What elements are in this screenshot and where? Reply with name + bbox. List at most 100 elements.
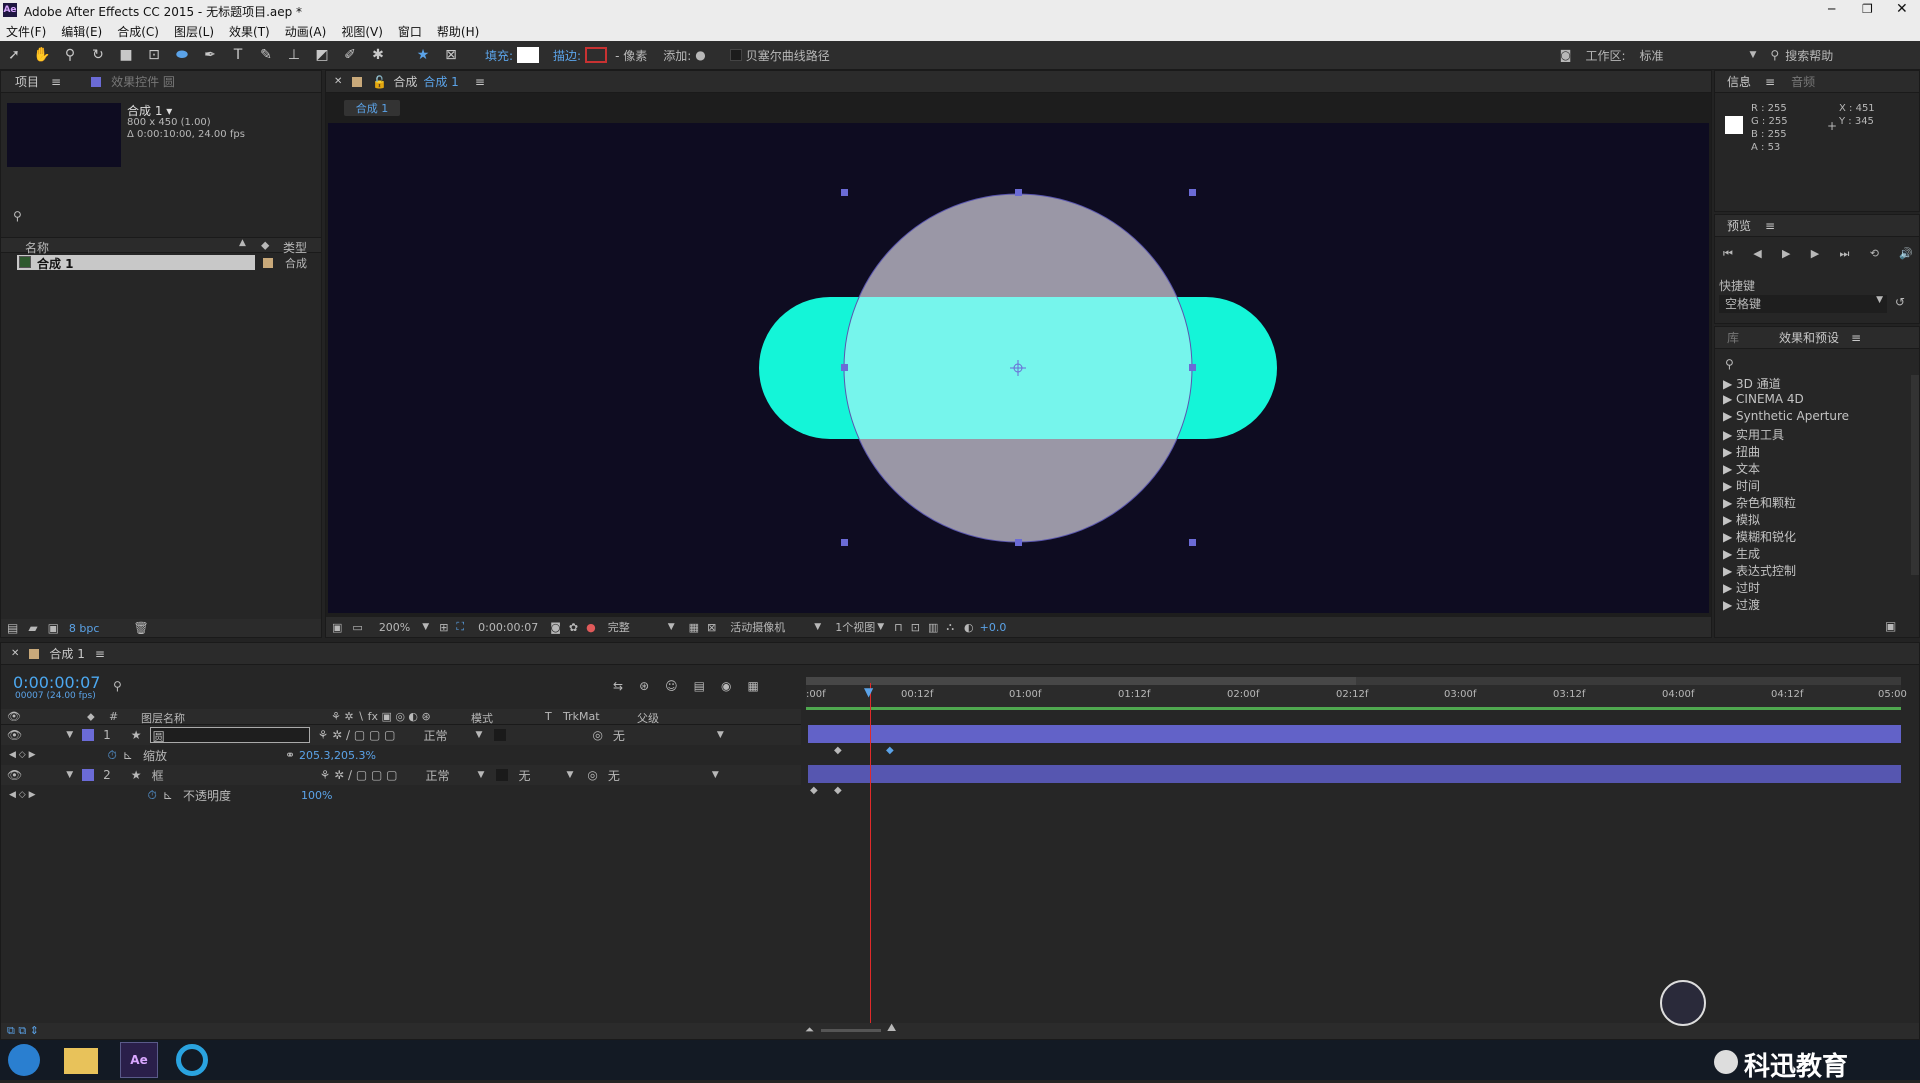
project-search-icon[interactable]: ⚲ — [13, 209, 22, 223]
effect-category[interactable]: ▶ 过时 — [1715, 579, 1910, 596]
close-button[interactable]: ✕ — [1896, 1, 1908, 17]
graph-icon[interactable]: ⊾ — [163, 788, 173, 802]
project-item-name[interactable]: 合成 1 — [37, 255, 74, 272]
lock-icon[interactable]: 🔓 — [372, 75, 387, 89]
new-folder-icon[interactable]: ▰ — [28, 621, 37, 635]
tab-effects-control[interactable]: 效果控件 圆 — [111, 73, 175, 90]
exposure-icon[interactable]: ◐ — [964, 621, 974, 634]
col-trkmat[interactable]: TrkMat — [563, 710, 600, 723]
timeline-comp-tab[interactable]: 合成 1 — [49, 645, 84, 662]
reset-icon[interactable]: ↺ — [1895, 295, 1905, 309]
col-layer-name[interactable]: 图层名称 — [141, 710, 185, 726]
views-dropdown-icon[interactable]: ▼ — [877, 622, 884, 632]
timeline-menu-icon[interactable]: ≡ — [95, 647, 105, 661]
trkmat-box[interactable] — [496, 769, 509, 781]
col-name[interactable]: 名称 — [25, 239, 49, 256]
resolution-select[interactable]: 完整 — [608, 619, 668, 635]
pan-behind-tool-icon[interactable]: ⊡ — [143, 45, 165, 65]
draft-3d-icon[interactable]: ⊛ — [639, 679, 649, 693]
menu-composition[interactable]: 合成(C) — [117, 23, 159, 40]
mode-dropdown-icon[interactable]: ▼ — [476, 730, 483, 740]
property-row-opacity[interactable]: ◀ ◇ ▶ ⏱ ⊾ 不透明度 100% — [1, 785, 801, 805]
effects-scrollbar[interactable] — [1911, 375, 1919, 575]
col-mode[interactable]: 模式 — [471, 710, 493, 726]
next-frame-icon[interactable]: ▶ — [1811, 247, 1819, 261]
layer2-duration-bar[interactable] — [808, 765, 1901, 783]
comp-canvas[interactable] — [328, 123, 1709, 613]
keyframe-icon[interactable]: ◆ — [810, 785, 818, 796]
label-column-icon[interactable]: ⬥ — [261, 238, 269, 253]
mask-visibility-icon[interactable]: ⊠ — [707, 621, 716, 634]
zoom-tool-icon[interactable]: ⚲ — [59, 45, 81, 65]
layer-name-input[interactable]: 圆 — [149, 727, 310, 744]
keyframe-icon[interactable]: ◆ — [886, 745, 894, 756]
brush-tool-icon[interactable]: ✎ — [255, 45, 277, 65]
menu-effect[interactable]: 效果(T) — [229, 23, 270, 40]
layer-switches[interactable]: ⚘ ✲ ∕ ▢ ▢ ▢ — [318, 728, 396, 742]
stopwatch-icon[interactable]: ⏱ — [148, 788, 157, 803]
maximize-button[interactable]: ❐ — [1862, 2, 1873, 16]
text-tool-icon[interactable]: T — [227, 45, 249, 65]
current-timecode[interactable]: 0:00:00:07 — [13, 673, 100, 692]
comp-flowchart-icon[interactable]: ⇆ — [613, 679, 623, 693]
tab-effects-presets[interactable]: 效果和预设 — [1779, 329, 1839, 346]
channel-icon[interactable]: ● — [586, 621, 596, 634]
selection-tool-icon[interactable]: ➚ — [3, 45, 25, 65]
timeline-search-icon[interactable]: ⚲ — [113, 679, 122, 693]
trash-icon[interactable]: 🗑 — [133, 621, 148, 635]
effect-category[interactable]: ▶ 时间 — [1715, 477, 1910, 494]
fast-preview-icon[interactable]: ⊡ — [911, 621, 920, 634]
layer-mode-select[interactable]: 正常 — [426, 767, 478, 784]
menu-edit[interactable]: 编辑(E) — [61, 23, 102, 40]
effect-category[interactable]: ▶ 表达式控制 — [1715, 562, 1910, 579]
menu-file[interactable]: 文件(F) — [6, 23, 46, 40]
show-snapshot-icon[interactable]: ✿ — [569, 621, 578, 634]
trkmat-dropdown-icon[interactable]: ▼ — [566, 770, 573, 780]
sort-up-icon[interactable]: ▲ — [239, 238, 246, 248]
prev-frame-icon[interactable]: ◀ — [1753, 247, 1761, 261]
zoom-dropdown-icon[interactable]: ▼ — [422, 622, 429, 632]
parent-dropdown-icon[interactable]: ▼ — [712, 770, 719, 780]
close-tab-icon[interactable]: ✕ — [334, 76, 342, 87]
menu-help[interactable]: 帮助(H) — [437, 23, 479, 40]
new-preset-icon[interactable]: ▣ — [1885, 619, 1896, 633]
search-icon[interactable]: ⚲ — [1770, 48, 1779, 62]
pen-tool-icon[interactable]: ✒ — [199, 45, 221, 65]
tab-audio[interactable]: 音频 — [1791, 73, 1815, 90]
keyframe-icon[interactable]: ◆ — [834, 785, 842, 796]
property-value[interactable]: 100% — [301, 789, 332, 802]
workspace-select[interactable]: 标准 — [1640, 47, 1750, 64]
audio-icon[interactable]: 🔊 — [1899, 247, 1913, 261]
last-frame-icon[interactable]: ⏭ — [1840, 247, 1850, 261]
effects-menu-icon[interactable]: ≡ — [1851, 331, 1861, 345]
timeline-icon[interactable]: ▥ — [928, 621, 938, 634]
current-time-indicator[interactable] — [870, 683, 871, 1033]
snapping-icon[interactable]: ⊠ — [440, 45, 462, 65]
label-color-swatch[interactable] — [82, 769, 95, 781]
effect-category[interactable]: ▶ CINEMA 4D — [1715, 392, 1910, 409]
preview-menu-icon[interactable]: ≡ — [1765, 219, 1775, 233]
effect-category[interactable]: ▶ 杂色和颗粒 — [1715, 494, 1910, 511]
eraser-tool-icon[interactable]: ◩ — [311, 45, 333, 65]
trkmat-box[interactable] — [494, 729, 507, 741]
layer-row[interactable]: 👁 ▼ 2 ★ 框 ⚘ ✲ ∕ ▢ ▢ ▢ 正常 ▼ 无 ▼ ◎ 无 ▼ — [1, 765, 801, 785]
graph-editor-icon[interactable]: ▦ — [747, 679, 758, 693]
zoom-level[interactable]: 200% — [379, 621, 410, 634]
property-value[interactable]: 205.3,205.3% — [299, 749, 376, 762]
zoom-slider[interactable] — [821, 1029, 881, 1032]
zoom-in-icon[interactable]: ⛰ — [887, 1021, 896, 1035]
effect-category[interactable]: ▶ 实用工具 — [1715, 426, 1910, 443]
minimize-button[interactable]: ─ — [1828, 2, 1835, 16]
play-icon[interactable]: ▶ — [1782, 247, 1790, 261]
motion-blur-icon[interactable]: ◉ — [721, 679, 731, 693]
workspace-dropdown-icon[interactable]: ▼ — [1750, 50, 1757, 60]
clone-stamp-tool-icon[interactable]: ⊥ — [283, 45, 305, 65]
windows-start-icon[interactable] — [8, 1044, 40, 1076]
tab-info[interactable]: 信息 — [1727, 73, 1751, 90]
close-timeline-icon[interactable]: ✕ — [11, 648, 19, 659]
bezier-checkbox[interactable] — [729, 49, 742, 61]
vr-icon[interactable]: ◙ — [1560, 48, 1572, 62]
graph-icon[interactable]: ⊾ — [123, 748, 133, 762]
panel-menu-icon[interactable]: ≡ — [51, 75, 61, 89]
region-icon[interactable]: ⛶ — [456, 620, 464, 634]
